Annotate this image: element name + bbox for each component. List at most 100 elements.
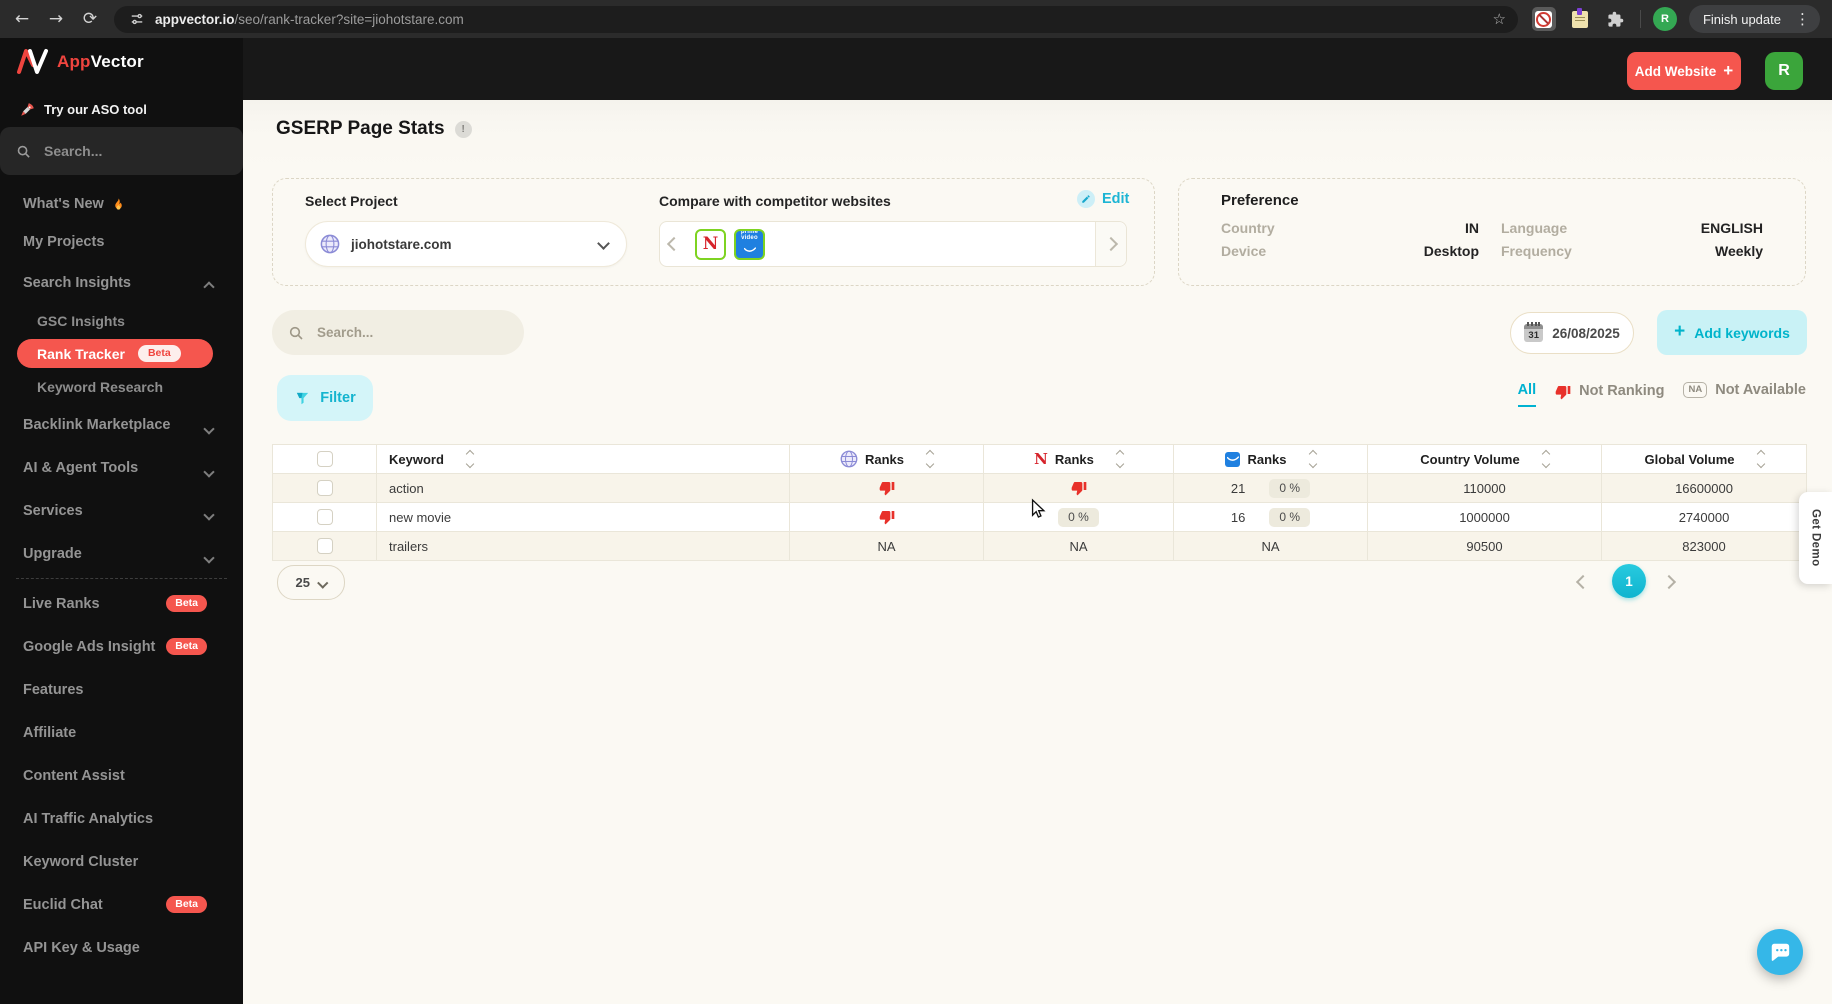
sidebar-item-label: Features: [23, 681, 84, 698]
sidebar-item-label: Backlink Marketplace: [23, 416, 171, 433]
sort-control-global-volume[interactable]: [1756, 450, 1765, 468]
preference-value: ENGLISH: [1700, 220, 1763, 236]
na-badge-icon: NA: [1683, 382, 1708, 398]
preference-device: Device Desktop: [1221, 243, 1479, 259]
extensions-puzzle-icon[interactable]: [1604, 7, 1628, 31]
filter-button[interactable]: Filter: [277, 375, 373, 421]
sort-control-ranks-globe[interactable]: [925, 450, 935, 468]
row-checkbox[interactable]: [316, 538, 333, 554]
main-content: Add Website + R GSERP Page Stats ! Selec…: [243, 38, 1832, 1004]
beta-badge: Beta: [166, 896, 207, 913]
preference-value: Weekly: [1715, 243, 1763, 259]
row-checkbox[interactable]: [316, 509, 333, 525]
chat-widget-button[interactable]: [1757, 929, 1803, 975]
url-text[interactable]: appvector.io/seo/rank-tracker?site=jioho…: [155, 12, 464, 27]
sidebar-item-keyword-cluster[interactable]: Keyword Cluster: [0, 840, 243, 883]
add-website-button[interactable]: Add Website +: [1627, 52, 1741, 90]
forward-button[interactable]: →: [46, 10, 66, 28]
sidebar-item-api-key-usage[interactable]: API Key & Usage: [0, 926, 243, 969]
user-avatar[interactable]: R: [1765, 52, 1803, 90]
page-size-select[interactable]: 25: [277, 565, 345, 600]
thumb-cell: [789, 502, 984, 532]
sidebar-item-live-ranks[interactable]: Live Ranks Beta: [0, 582, 243, 625]
sidebar-search[interactable]: [0, 127, 243, 175]
project-panel: Select Project jiohotstare.com Compare w…: [272, 178, 1155, 286]
sidebar-item-keyword-research[interactable]: Keyword Research: [0, 370, 243, 403]
sidebar-item-upgrade[interactable]: Upgrade: [0, 532, 243, 575]
browser-profile-avatar[interactable]: R: [1652, 7, 1677, 31]
sidebar-item-gsc-insights[interactable]: GSC Insights: [0, 304, 243, 337]
edit-competitors-button[interactable]: Edit: [1077, 190, 1129, 208]
sidebar-search-input[interactable]: [42, 142, 242, 160]
finish-update-button[interactable]: Finish update ⋮: [1688, 5, 1820, 33]
sidebar-item-rank-tracker[interactable]: Rank Tracker Beta: [0, 337, 243, 370]
sidebar-item-services[interactable]: Services: [0, 489, 243, 532]
table-row-new-movie: new movie 0 % 16 0 % 1000000 2740000: [272, 502, 1807, 532]
sidebar-item-affiliate[interactable]: Affiliate: [0, 711, 243, 754]
sidebar-item-features[interactable]: Features: [0, 668, 243, 711]
sidebar-item-what-s-new[interactable]: What's New: [0, 185, 243, 223]
edit-label: Edit: [1102, 191, 1130, 207]
back-button[interactable]: ←: [12, 10, 32, 28]
carousel-prev-button[interactable]: [660, 222, 687, 266]
sort-control-country-volume[interactable]: [1541, 450, 1550, 468]
keyword-cell: action: [376, 473, 790, 503]
percent-badge: 0 %: [1269, 478, 1311, 498]
bookmark-star-icon[interactable]: ☆: [1492, 10, 1505, 28]
get-demo-tab[interactable]: Get Demo: [1799, 492, 1832, 584]
chevron-up-icon: [203, 279, 215, 295]
tab-not-ranking[interactable]: Not Ranking: [1555, 382, 1664, 409]
sidebar-item-euclid-chat[interactable]: Euclid Chat Beta: [0, 883, 243, 926]
column-header-country-volume: Country Volume: [1367, 444, 1602, 474]
sidebar-item-my-projects[interactable]: My Projects: [0, 223, 243, 261]
row-checkbox[interactable]: [316, 480, 333, 496]
reload-button[interactable]: ⟳: [80, 10, 100, 28]
sidebar-item-google-ads-insight[interactable]: Google Ads Insight Beta: [0, 625, 243, 668]
search-icon: [16, 144, 31, 159]
rank-drop-thumb-down-icon: [879, 509, 895, 525]
competitor-prime-video-icon[interactable]: prime video: [734, 228, 765, 260]
sidebar-divider: [16, 578, 227, 579]
try-aso-tool-link[interactable]: Try our ASO tool: [20, 102, 147, 117]
sort-control-ranks-prime[interactable]: [1308, 450, 1317, 468]
preference-grid: Country IN Language ENGLISH Device Desktop Fre…: [1221, 220, 1763, 259]
tab-not-available[interactable]: NA Not Available: [1683, 382, 1806, 407]
netflix-icon: N: [1034, 449, 1048, 468]
carousel-next-button[interactable]: [1095, 222, 1126, 266]
sidebar-item-ai-traffic-analytics[interactable]: AI Traffic Analytics: [0, 797, 243, 840]
adblock-extension-icon[interactable]: [1531, 7, 1556, 31]
date-value: 26/08/2025: [1552, 325, 1620, 341]
select-all-checkbox[interactable]: [316, 451, 333, 467]
sidebar-item-backlink-marketplace[interactable]: Backlink Marketplace: [0, 403, 243, 446]
sidebar-item-content-assist[interactable]: Content Assist: [0, 754, 243, 797]
active-item-pill: Rank Tracker Beta: [17, 339, 213, 368]
volume-value: 110000: [1463, 480, 1506, 496]
competitor-netflix-icon[interactable]: N: [695, 228, 726, 260]
tab-all[interactable]: All: [1517, 382, 1537, 407]
sort-control-keyword[interactable]: [465, 450, 475, 468]
appvector-logo[interactable]: AppVector: [16, 48, 144, 75]
chevron-down-icon: [203, 507, 215, 523]
url-bar[interactable]: appvector.io/seo/rank-tracker?site=jioho…: [114, 5, 1518, 33]
info-icon[interactable]: !: [454, 120, 472, 138]
browser-menu-icon[interactable]: ⋮: [1791, 10, 1814, 28]
site-info-icon[interactable]: [130, 12, 144, 26]
pencil-icon: [1077, 190, 1095, 208]
pagination-prev-button[interactable]: [1575, 574, 1591, 592]
keyword-search[interactable]: [272, 310, 524, 355]
sidebar-item-search-insights[interactable]: Search Insights: [0, 261, 243, 304]
chat-bubble-icon: [1769, 941, 1791, 963]
date-picker[interactable]: 31 26/08/2025: [1510, 312, 1634, 354]
project-dropdown[interactable]: jiohotstare.com: [305, 221, 627, 267]
pagination-page-1[interactable]: 1: [1612, 564, 1646, 598]
thumb-cell: [789, 473, 984, 503]
table-row-trailers: trailers NA NA NA 90500 823000: [272, 531, 1807, 561]
sort-control-ranks-netflix[interactable]: [1115, 450, 1125, 468]
select-project-label: Select Project: [305, 193, 398, 209]
sidebar-item-ai-agent-tools[interactable]: AI & Agent Tools: [0, 446, 243, 489]
add-keywords-button[interactable]: + Add keywords: [1657, 310, 1807, 355]
keyword-search-input[interactable]: [315, 324, 508, 341]
netflix-n-letter: N: [702, 233, 719, 254]
notes-extension-icon[interactable]: [1568, 7, 1592, 31]
pagination-next-button[interactable]: [1661, 574, 1677, 592]
